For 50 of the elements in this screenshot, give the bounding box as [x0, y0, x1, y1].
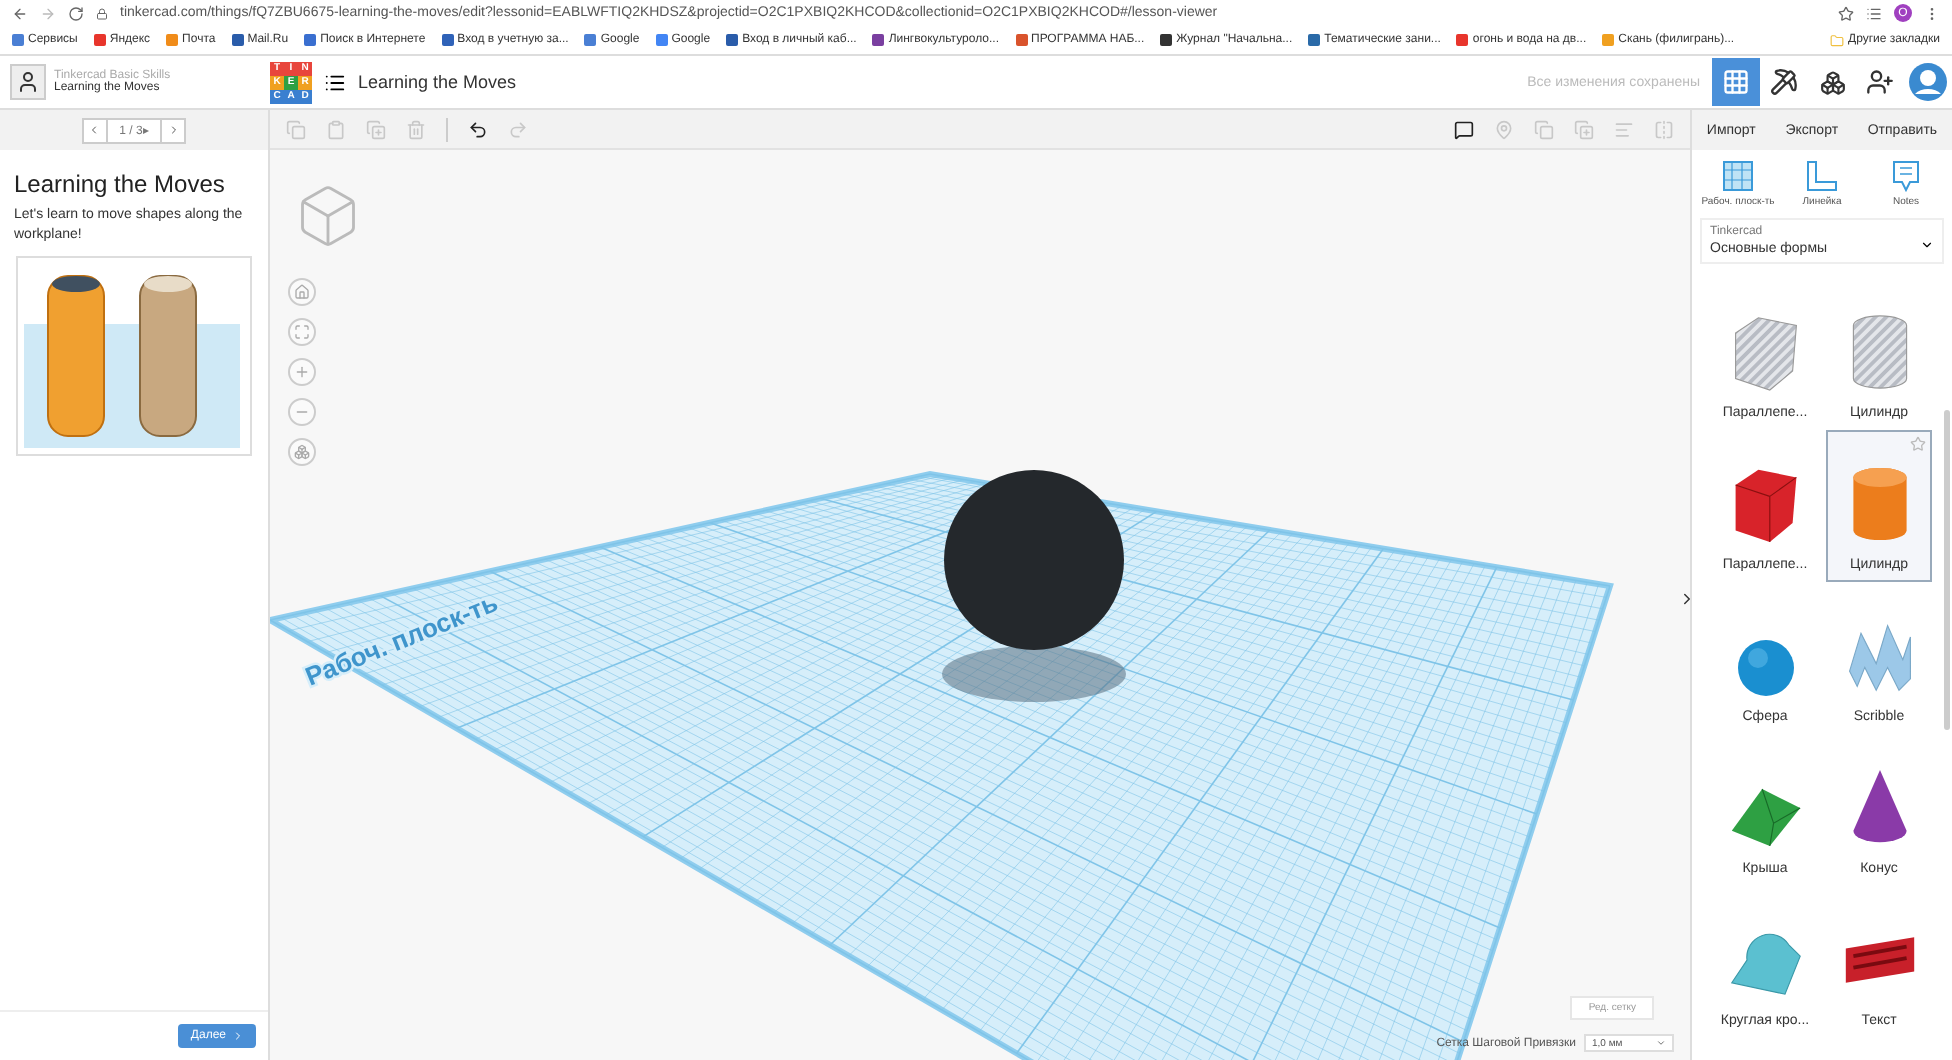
reload-icon[interactable]: [68, 5, 84, 21]
fit-view-button[interactable]: [288, 318, 316, 346]
dropdown-icon: [1656, 1038, 1666, 1048]
plus-icon: [294, 364, 310, 380]
sphere-shape[interactable]: [944, 470, 1124, 650]
notes-button[interactable]: [1454, 119, 1474, 139]
design-title[interactable]: Learning the Moves: [358, 72, 517, 92]
undo-button[interactable]: [468, 119, 488, 139]
cubes-icon: [294, 444, 310, 460]
fit-view-icon: [294, 324, 310, 340]
reading-list-icon[interactable]: [1866, 5, 1882, 21]
home-icon: [294, 284, 310, 300]
profile-button[interactable]: [1904, 58, 1952, 106]
lesson-title: Learning the Moves: [14, 170, 227, 198]
duplicate-button[interactable]: [366, 119, 386, 139]
workplane-icon: [1722, 160, 1754, 192]
zoom-out-button[interactable]: [288, 398, 316, 426]
chevron-right-icon: [1678, 590, 1696, 608]
chevron-left-icon: [88, 124, 101, 136]
favorite-star-icon[interactable]: [1910, 436, 1926, 452]
home-view-button[interactable]: [288, 278, 316, 306]
copy-button[interactable]: [286, 119, 306, 139]
bricks-icon: [1819, 69, 1845, 95]
group-button[interactable]: [1534, 119, 1554, 139]
folder-icon: [1830, 33, 1845, 47]
paste-button[interactable]: [326, 119, 346, 139]
forward-icon[interactable]: [40, 5, 56, 21]
ruler-icon: [1806, 160, 1838, 192]
star-icon[interactable]: [1838, 5, 1854, 21]
add-user-icon: [1866, 68, 1894, 96]
ungroup-button[interactable]: [1574, 119, 1594, 139]
projection-button[interactable]: [288, 438, 316, 466]
list-icon[interactable]: [324, 71, 346, 93]
align-button[interactable]: [1614, 119, 1634, 139]
pin-button[interactable]: [1494, 119, 1514, 139]
sphere-icon: [1735, 638, 1795, 698]
grid-icon: [1722, 68, 1750, 96]
back-icon[interactable]: [12, 5, 28, 21]
dropdown-icon: [1920, 238, 1934, 252]
lock-icon: [96, 7, 108, 19]
delete-button[interactable]: [406, 119, 426, 139]
mascot-icon: [16, 70, 40, 94]
collapse-panel-button[interactable]: [1678, 590, 1696, 608]
chevron-right-icon: [167, 124, 180, 136]
zoom-in-button[interactable]: [288, 358, 316, 386]
pickaxe-icon: [1770, 68, 1798, 96]
note-icon: [1890, 160, 1922, 192]
chevron-right-icon: [232, 1030, 244, 1042]
redo-button[interactable]: [508, 119, 528, 139]
mirror-button[interactable]: [1654, 119, 1674, 139]
